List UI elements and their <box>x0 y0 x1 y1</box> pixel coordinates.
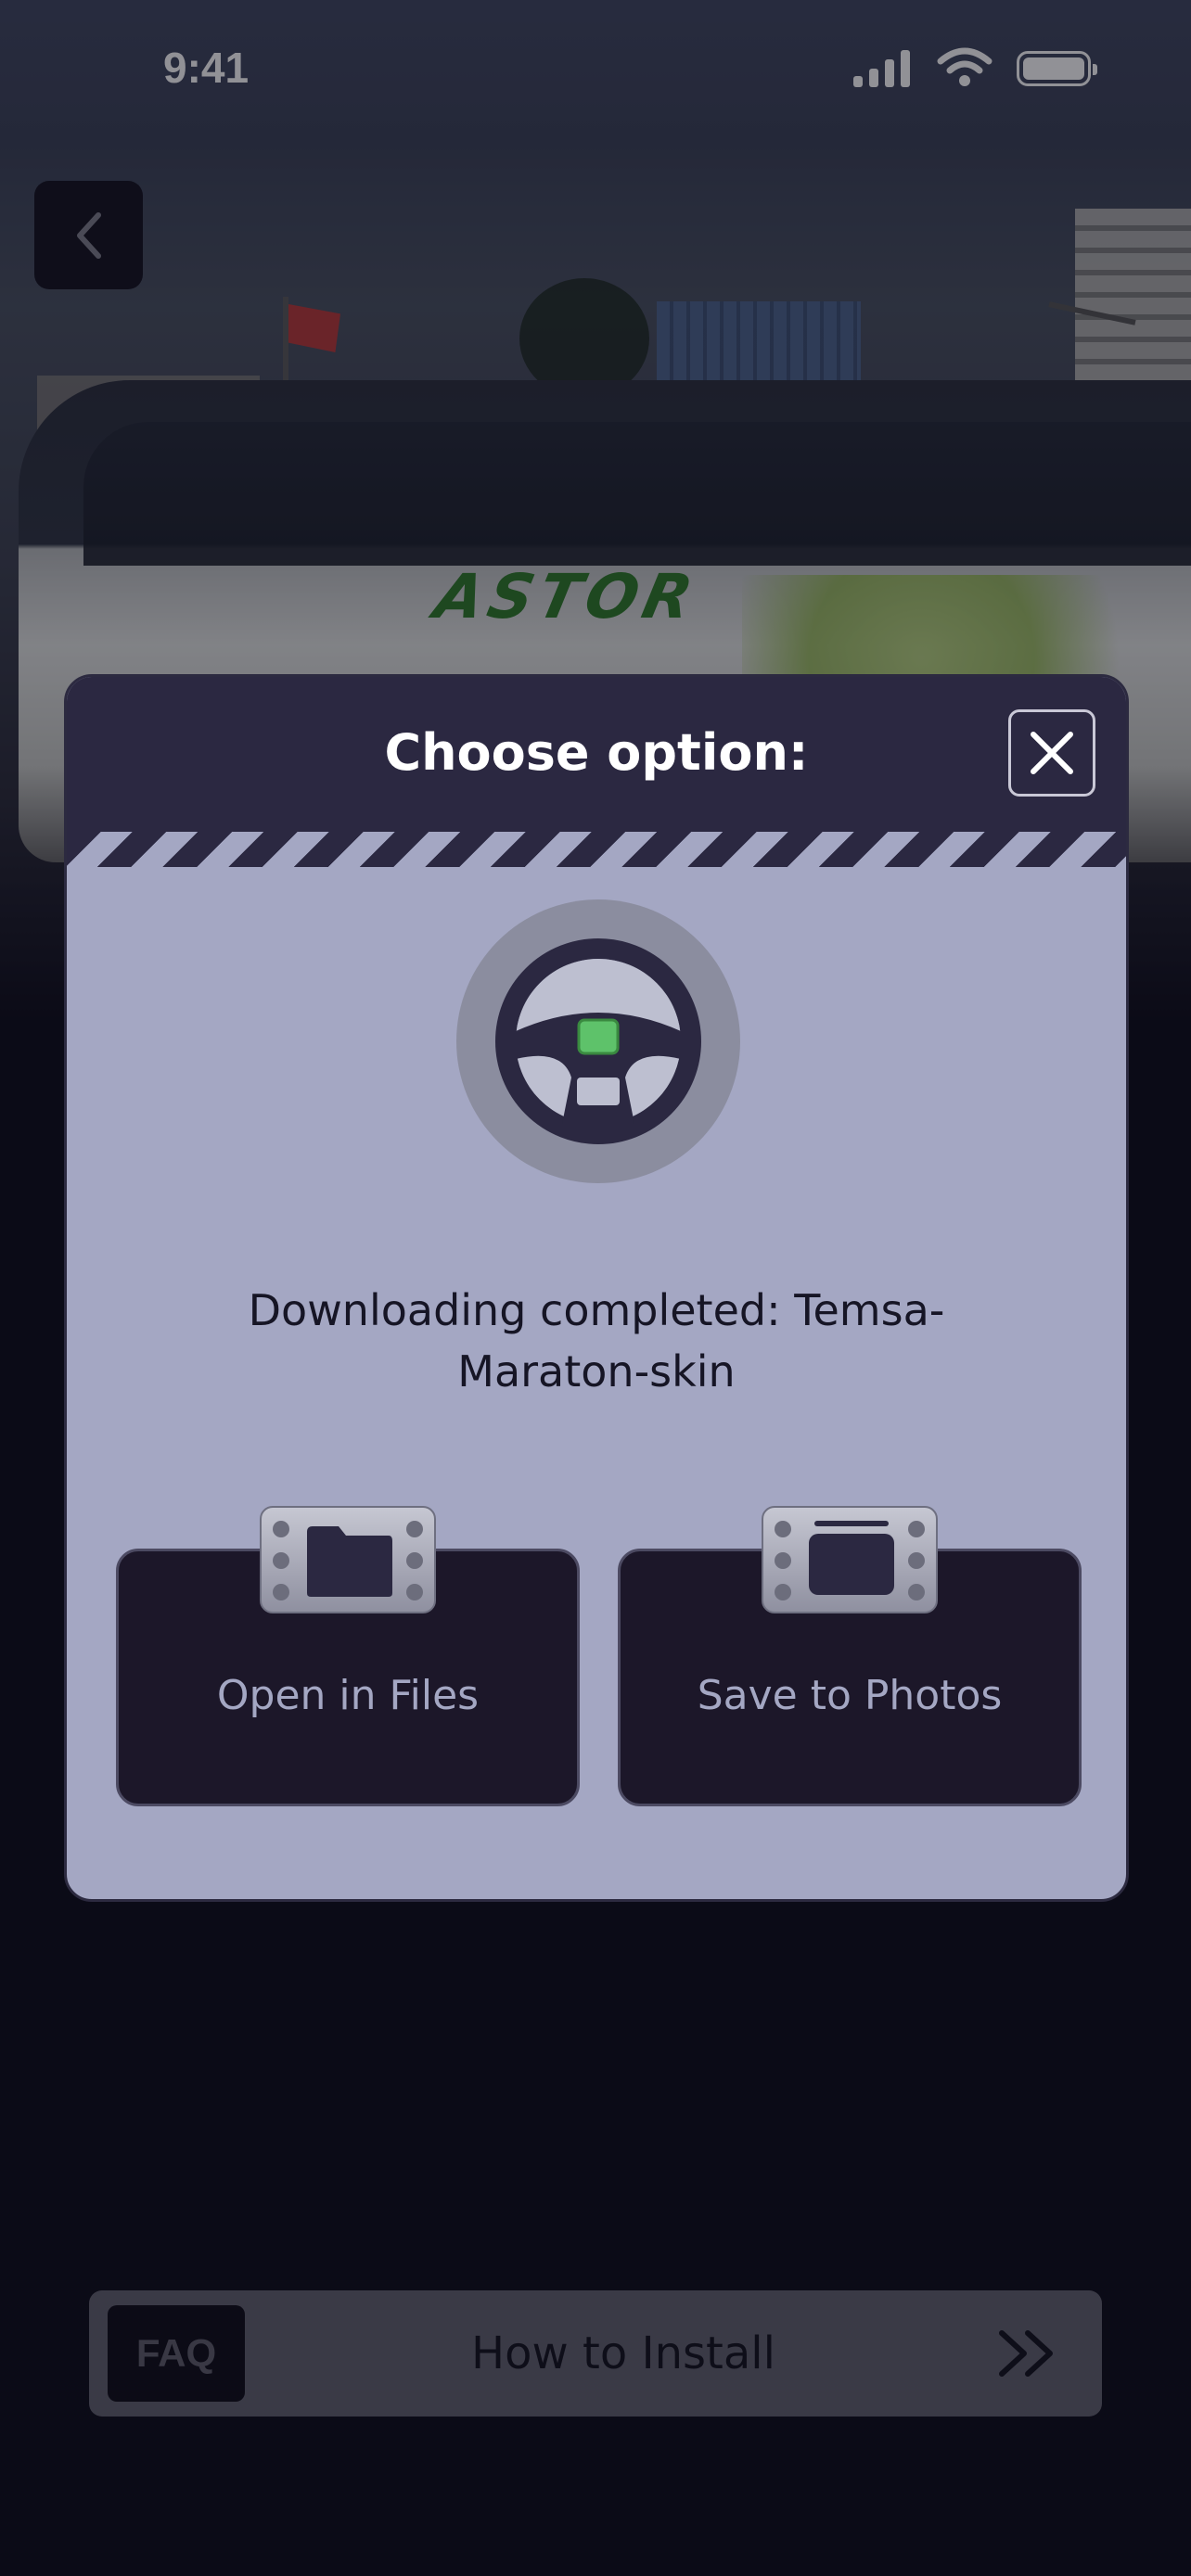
steering-wheel-icon <box>495 938 701 1144</box>
dialog-title: Choose option: <box>384 723 809 782</box>
dialog-header: Choose option: <box>67 677 1126 832</box>
photo-frame-icon <box>762 1506 938 1613</box>
download-status-message: Downloading completed: Temsa-Maraton-ski… <box>248 1285 945 1396</box>
close-x-icon <box>1031 732 1073 774</box>
choose-option-dialog: Choose option: Downloading completed: Te… <box>64 674 1129 1902</box>
save-to-photos-label: Save to Photos <box>697 1672 1003 1719</box>
close-button[interactable] <box>1008 709 1095 797</box>
steering-wheel-badge <box>456 899 740 1183</box>
open-in-files-label: Open in Files <box>216 1672 480 1719</box>
hazard-stripe-divider <box>67 832 1126 867</box>
folder-icon <box>260 1506 436 1613</box>
